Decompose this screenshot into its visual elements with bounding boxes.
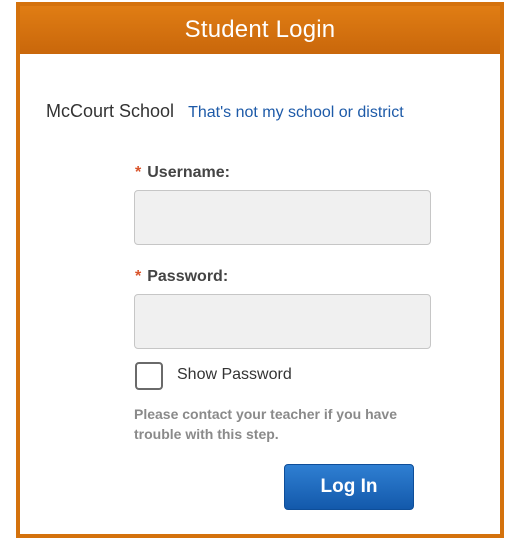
required-marker: * <box>135 268 142 285</box>
school-name: McCourt School <box>46 101 175 121</box>
login-button[interactable]: Log In <box>284 464 414 510</box>
username-input[interactable] <box>134 190 431 245</box>
required-marker: * <box>135 164 142 181</box>
show-password-label[interactable]: Show Password <box>177 366 292 384</box>
login-header: Student Login <box>20 6 500 54</box>
username-label-text: Username: <box>147 164 230 181</box>
password-input[interactable] <box>134 294 431 349</box>
school-row: McCourt School That's not my school or d… <box>46 101 404 122</box>
show-password-checkbox[interactable] <box>135 362 163 390</box>
student-login-panel: Student Login McCourt School That's not … <box>16 2 504 538</box>
change-school-link[interactable]: That's not my school or district <box>188 104 404 122</box>
password-label-text: Password: <box>147 268 229 285</box>
login-title: Student Login <box>184 16 336 43</box>
password-label: * Password: <box>135 268 228 286</box>
help-text: Please contact your teacher if you have … <box>134 406 397 442</box>
username-label: * Username: <box>135 164 230 182</box>
